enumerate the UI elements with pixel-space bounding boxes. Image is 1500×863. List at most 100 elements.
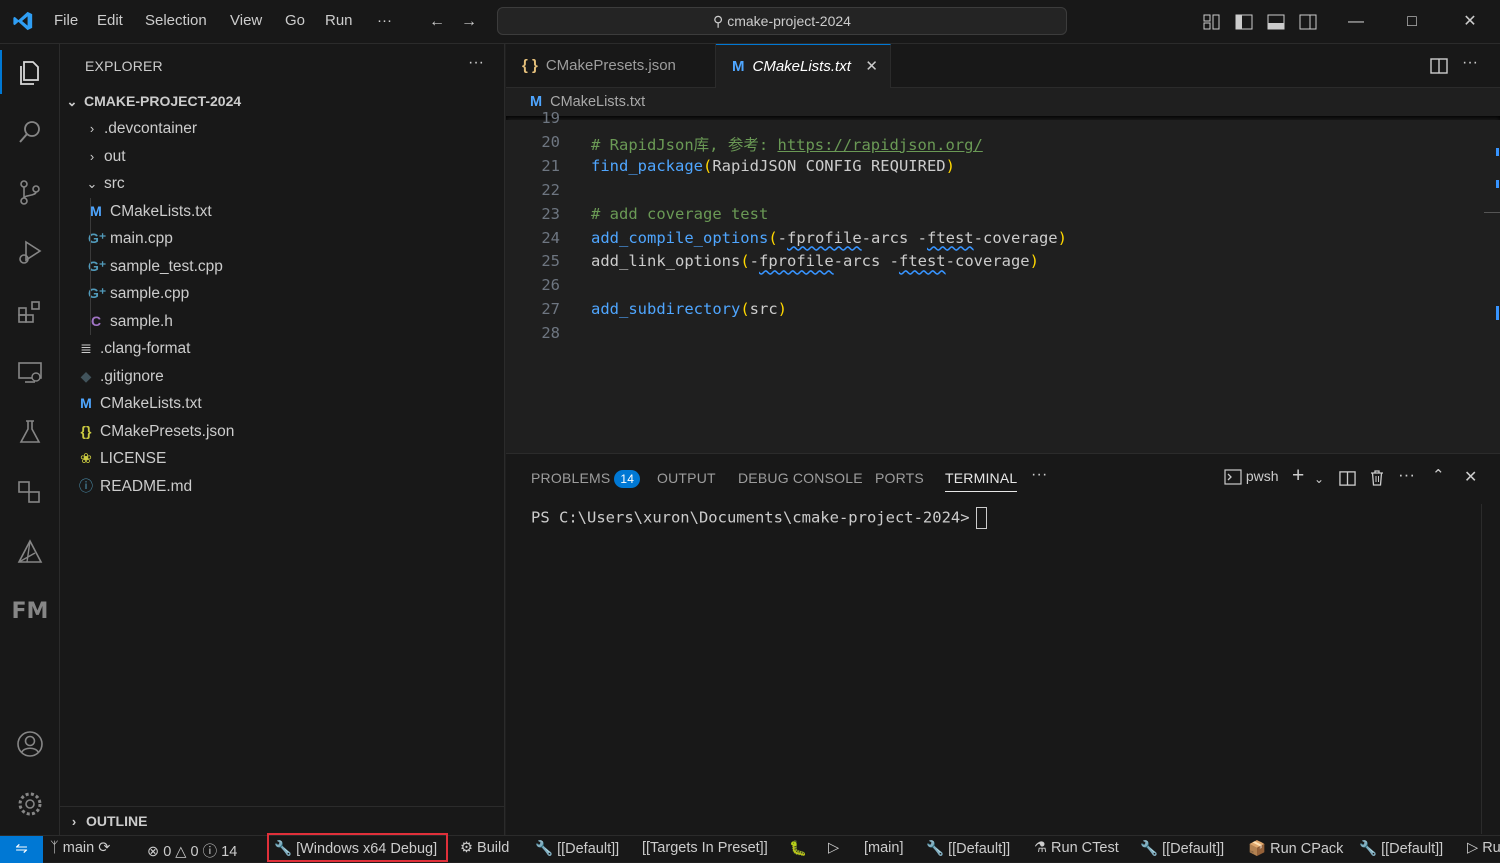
extensions-icon[interactable] xyxy=(0,292,60,332)
run-debug-icon[interactable] xyxy=(0,232,60,272)
tree-item[interactable]: › .devcontainer xyxy=(60,115,504,142)
problems-indicator[interactable]: ⊗ 0 △ 0 ⓘ 14 xyxy=(147,840,237,861)
customize-layout-icon[interactable] xyxy=(1202,12,1222,36)
remote-indicator-icon[interactable]: ⇋ xyxy=(0,836,43,863)
cmake-tools-icon[interactable] xyxy=(0,472,60,512)
tree-item[interactable]: › out xyxy=(60,143,504,170)
menu-go[interactable]: Go xyxy=(285,12,305,29)
command-center-search[interactable]: ⚲ cmake-project-2024 xyxy=(497,7,1067,35)
build-target-button[interactable]: [[Targets In Preset]] xyxy=(642,840,768,856)
debug-bug-icon[interactable]: 🐛 xyxy=(789,840,807,857)
run-workflow-button[interactable]: ▷ Ru xyxy=(1467,840,1500,856)
branch-indicator[interactable]: ᛉ main ⟳ xyxy=(50,840,110,856)
line-number: 19 xyxy=(541,109,560,127)
menu-file[interactable]: File xyxy=(54,12,78,29)
menu-view[interactable]: View xyxy=(230,12,262,29)
breadcrumb-file[interactable]: CMakeLists.txt xyxy=(550,94,645,110)
chevron-right-icon: › xyxy=(89,121,95,136)
close-tab-icon[interactable]: ✕ xyxy=(865,45,878,89)
explorer-more-button[interactable]: ··· xyxy=(468,54,484,72)
title-bar: File Edit Selection View Go Run ··· ← → … xyxy=(0,0,1500,44)
tree-item[interactable]: G⁺ main.cpp xyxy=(60,225,504,252)
terminal-output[interactable]: PS C:\Users\xuron\Documents\cmake-projec… xyxy=(531,507,987,529)
tree-item[interactable]: M CMakeLists.txt xyxy=(60,198,504,225)
toggle-secondary-sidebar-icon[interactable] xyxy=(1298,12,1318,36)
terminal-shell-selector[interactable]: pwsh xyxy=(1224,468,1279,485)
project-folder-header[interactable]: ⌄ CMAKE-PROJECT-2024 xyxy=(60,88,504,115)
workflow-preset-button[interactable]: 🔧 [[Default]] xyxy=(1359,840,1443,857)
cmake-icon[interactable] xyxy=(0,532,60,572)
scroll-marker xyxy=(1496,306,1499,320)
test-preset-button[interactable]: 🔧 [[Default]] xyxy=(926,840,1010,857)
info-icon: ⓘ xyxy=(79,477,93,494)
tab-cmakelists-txt[interactable]: M CMakeLists.txt ✕ xyxy=(716,44,891,88)
tab-ports[interactable]: PORTS xyxy=(875,470,924,486)
tab-debug-console[interactable]: DEBUG CONSOLE xyxy=(738,470,863,486)
toggle-panel-icon[interactable] xyxy=(1266,12,1286,36)
tree-item[interactable]: ⓘ README.md xyxy=(60,473,504,500)
vscode-logo-icon xyxy=(12,10,34,32)
menu-more[interactable]: ··· xyxy=(377,12,392,29)
tree-item[interactable]: ⌄ src xyxy=(60,170,504,197)
tree-item-label: sample_test.cpp xyxy=(110,257,223,275)
toggle-primary-sidebar-icon[interactable] xyxy=(1234,12,1254,36)
fm-extension-icon[interactable]: FM xyxy=(0,592,60,632)
tools-icon: 🔧 xyxy=(1140,841,1159,857)
launch-target-button[interactable]: [main] xyxy=(864,840,904,856)
build-label: Build xyxy=(477,840,510,856)
tree-item-label: sample.h xyxy=(110,312,173,330)
forward-arrow-icon[interactable]: → xyxy=(459,12,479,32)
search-icon[interactable] xyxy=(0,112,60,152)
explorer-icon[interactable] xyxy=(0,52,60,92)
tab-problems[interactable]: PROBLEMS 14 xyxy=(531,470,641,488)
menu-run[interactable]: Run xyxy=(325,12,353,29)
close-panel-icon[interactable]: ✕ xyxy=(1464,467,1477,487)
bottom-panel: PROBLEMS 14 OUTPUT DEBUG CONSOLE PORTS TE… xyxy=(506,453,1500,835)
configure-preset-button[interactable]: 🔧 [Windows x64 Debug] xyxy=(274,840,437,857)
chevron-down-icon[interactable]: ⌄ xyxy=(1314,472,1324,486)
build-button[interactable]: ⚙ Build xyxy=(460,840,509,856)
tree-item[interactable]: ≣ .clang-format xyxy=(60,335,504,362)
split-editor-icon[interactable] xyxy=(1430,57,1448,79)
tree-item[interactable]: G⁺ sample_test.cpp xyxy=(60,253,504,280)
manage-gear-icon[interactable] xyxy=(0,784,60,824)
license-icon: ❀ xyxy=(80,450,92,466)
trash-icon[interactable] xyxy=(1369,469,1385,491)
code-editor[interactable]: 19 20 # RapidJson库, 参考: https://rapidjson.… xyxy=(506,109,1500,453)
build-preset-button[interactable]: 🔧 [[Default]] xyxy=(535,840,619,857)
run-workflow-label: Ru xyxy=(1482,840,1500,856)
split-terminal-icon[interactable] xyxy=(1339,470,1356,491)
tab-cmakepresets-json[interactable]: { } CMakePresets.json xyxy=(506,44,716,88)
panel-more-tabs-button[interactable]: ··· xyxy=(1031,466,1048,484)
back-arrow-icon[interactable]: ← xyxy=(427,12,447,32)
code-line: add_compile_options(-fprofile-arcs -ftes… xyxy=(591,228,1067,247)
run-ctest-button[interactable]: ⚗ Run CTest xyxy=(1034,840,1119,856)
minimize-icon[interactable]: — xyxy=(1346,12,1366,32)
package-preset-button[interactable]: 🔧 [[Default]] xyxy=(1140,840,1224,857)
remote-explorer-icon[interactable] xyxy=(0,352,60,392)
run-cpack-button[interactable]: 📦 Run CPack xyxy=(1248,840,1343,857)
maximize-panel-chevron-up-icon[interactable]: ⌃ xyxy=(1432,466,1445,484)
line-number: 23 xyxy=(541,204,560,223)
close-window-icon[interactable]: ✕ xyxy=(1460,12,1480,32)
tree-item[interactable]: M CMakeLists.txt xyxy=(60,390,504,417)
menu-edit[interactable]: Edit xyxy=(97,12,123,29)
accounts-icon[interactable] xyxy=(0,724,60,764)
tree-item[interactable]: Csample.h xyxy=(60,308,504,335)
menu-selection[interactable]: Selection xyxy=(145,12,207,29)
editor-more-actions-button[interactable]: ··· xyxy=(1462,54,1478,72)
panel-more-actions-button[interactable]: ··· xyxy=(1398,465,1415,485)
testing-icon[interactable] xyxy=(0,412,60,452)
tree-item[interactable]: G⁺ sample.cpp xyxy=(60,280,504,307)
tab-output[interactable]: OUTPUT xyxy=(657,470,716,486)
tree-item[interactable]: ◆ .gitignore xyxy=(60,363,504,390)
tab-terminal[interactable]: TERMINAL xyxy=(945,470,1018,492)
json-icon: {} xyxy=(80,422,92,439)
tree-item[interactable]: ❀ LICENSE xyxy=(60,445,504,472)
run-play-icon[interactable]: ▷ xyxy=(828,840,839,856)
outline-section-header[interactable]: › OUTLINE xyxy=(60,806,504,835)
maximize-icon[interactable]: □ xyxy=(1402,12,1422,32)
source-control-icon[interactable] xyxy=(0,172,60,212)
new-terminal-plus-icon[interactable]: + xyxy=(1292,464,1304,488)
tree-item[interactable]: {} CMakePresets.json xyxy=(60,418,504,445)
